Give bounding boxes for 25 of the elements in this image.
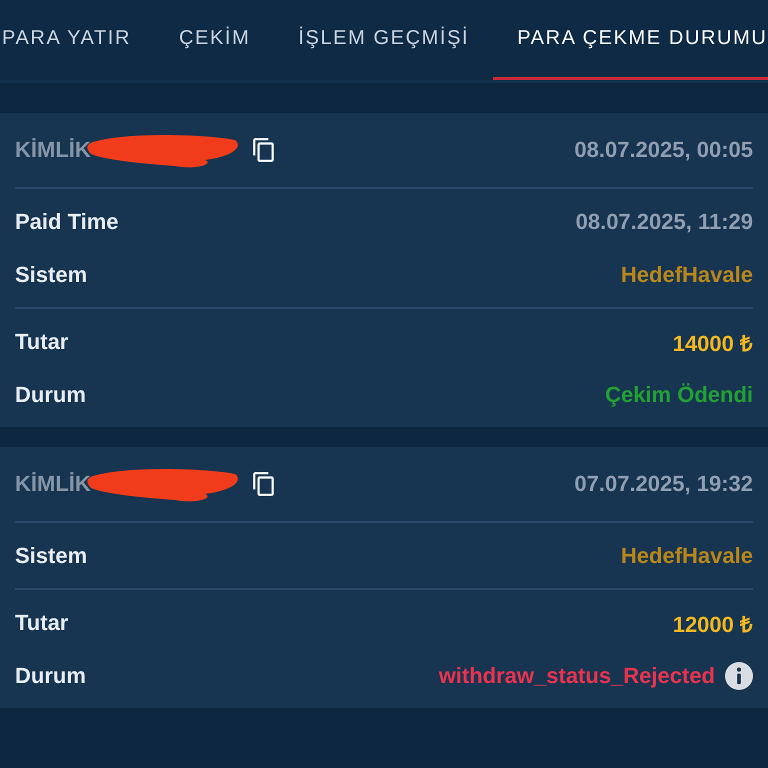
date-text: 07.07.2025, 19:32: [574, 471, 753, 497]
field-value: 14000 ₺: [672, 330, 753, 356]
field-label: Durum: [15, 382, 86, 408]
tab[interactable]: PARA YATIR: [0, 0, 155, 80]
field-label: Durum: [15, 662, 86, 688]
field-label: Paid Time: [15, 208, 119, 234]
copy-icon[interactable]: [250, 471, 277, 497]
field-value: Çekim Ödendi: [605, 382, 753, 408]
tab[interactable]: İŞLEM GEÇMİŞİ: [274, 0, 494, 80]
tab[interactable]: PARA ÇEKME DURUMU: [493, 0, 768, 80]
date-text: 08.07.2025, 00:05: [574, 137, 753, 163]
field-label: Tutar: [15, 328, 68, 354]
field-value: HedefHavale: [620, 262, 753, 288]
field-value: 08.07.2025, 11:29: [576, 208, 753, 234]
tab[interactable]: ÇEKİM: [155, 0, 274, 80]
field-value: 12000 ₺: [672, 610, 753, 638]
field-value: HedefHavale: [620, 542, 753, 568]
field-label: Tutar: [15, 610, 68, 636]
field-label: Sistem: [15, 542, 88, 568]
field-label: Sistem: [15, 262, 88, 288]
copy-icon[interactable]: [250, 137, 277, 163]
info-icon[interactable]: [725, 662, 753, 690]
id-label: KİMLİK: [15, 471, 91, 497]
field-value: withdraw_status_Rejected: [438, 662, 715, 688]
id-label: KİMLİK: [15, 137, 91, 163]
